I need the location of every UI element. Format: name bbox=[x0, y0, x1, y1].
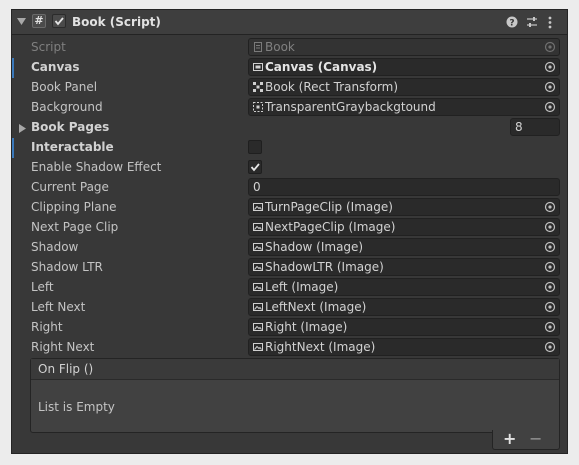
book-pages-label: Book Pages bbox=[31, 120, 110, 134]
image-icon bbox=[253, 323, 263, 331]
background-label: Background bbox=[31, 100, 103, 114]
clipping-plane-label: Clipping Plane bbox=[31, 200, 117, 214]
object-picker-icon[interactable] bbox=[544, 281, 556, 293]
canvas-icon bbox=[253, 63, 263, 71]
next-page-clip-value: NextPageClip (Image) bbox=[265, 220, 396, 234]
script-value: Book bbox=[265, 40, 295, 54]
foldout-arrow-icon[interactable] bbox=[17, 18, 27, 26]
left-field[interactable]: Left (Image) bbox=[248, 278, 560, 296]
canvas-label: Canvas bbox=[31, 60, 80, 74]
interactable-checkbox[interactable] bbox=[248, 140, 262, 154]
remove-button[interactable]: − bbox=[529, 430, 542, 448]
current-page-field[interactable]: 0 bbox=[248, 178, 560, 196]
next-page-clip-field[interactable]: NextPageClip (Image) bbox=[248, 218, 560, 236]
script-hash-icon: # bbox=[32, 14, 46, 28]
checkmark-icon bbox=[250, 163, 260, 172]
left-next-value: LeftNext (Image) bbox=[265, 300, 367, 314]
rect-transform-icon bbox=[253, 82, 263, 92]
right-value: Right (Image) bbox=[265, 320, 348, 334]
shadow-effect-checkbox[interactable] bbox=[248, 160, 262, 174]
shadow-value: Shadow (Image) bbox=[265, 240, 364, 254]
image-icon bbox=[253, 303, 263, 311]
gameobject-icon bbox=[253, 102, 263, 112]
right-label: Right bbox=[31, 320, 63, 334]
image-icon bbox=[253, 343, 263, 351]
shadow-ltr-field[interactable]: ShadowLTR (Image) bbox=[248, 258, 560, 276]
book-panel-field[interactable]: Book (Rect Transform) bbox=[248, 78, 560, 96]
clipping-plane-field[interactable]: TurnPageClip (Image) bbox=[248, 198, 560, 216]
book-pages-size-field[interactable]: 8 bbox=[510, 118, 560, 136]
empty-list-text: List is Empty bbox=[38, 400, 115, 414]
shadow-effect-label: Enable Shadow Effect bbox=[31, 160, 162, 174]
clipping-plane-value: TurnPageClip (Image) bbox=[265, 200, 393, 214]
shadow-ltr-value: ShadowLTR (Image) bbox=[265, 260, 384, 274]
image-icon bbox=[253, 223, 263, 231]
object-picker-icon[interactable] bbox=[544, 81, 556, 93]
modified-indicator bbox=[12, 58, 14, 78]
object-picker-icon[interactable] bbox=[544, 261, 556, 273]
on-flip-event-box: On Flip () List is Empty bbox=[30, 358, 560, 433]
book-panel-label: Book Panel bbox=[31, 80, 98, 94]
object-picker-icon[interactable] bbox=[544, 321, 556, 333]
shadow-ltr-label: Shadow LTR bbox=[31, 260, 103, 274]
shadow-field[interactable]: Shadow (Image) bbox=[248, 238, 560, 256]
right-next-value: RightNext (Image) bbox=[265, 340, 376, 354]
object-picker-icon[interactable] bbox=[544, 341, 556, 353]
help-icon[interactable]: ? bbox=[506, 16, 518, 28]
next-page-clip-label: Next Page Clip bbox=[31, 220, 119, 234]
left-label: Left bbox=[31, 280, 54, 294]
object-picker-icon[interactable] bbox=[544, 101, 556, 113]
component-header: # Book (Script) ? bbox=[12, 10, 567, 35]
interactable-label: Interactable bbox=[31, 140, 114, 154]
canvas-field[interactable]: Canvas (Canvas) bbox=[248, 58, 560, 76]
object-picker-icon[interactable] bbox=[544, 301, 556, 313]
image-icon bbox=[253, 203, 263, 211]
sliders-icon[interactable] bbox=[526, 16, 538, 28]
book-pages-size-value: 8 bbox=[515, 120, 523, 134]
event-title: On Flip () bbox=[38, 362, 94, 376]
left-value: Left (Image) bbox=[265, 280, 339, 294]
background-value: TransparentGraybackgtound bbox=[265, 100, 436, 114]
book-panel-value: Book (Rect Transform) bbox=[265, 80, 399, 94]
object-picker-icon[interactable] bbox=[544, 61, 556, 73]
current-page-label: Current Page bbox=[31, 180, 109, 194]
left-next-label: Left Next bbox=[31, 300, 86, 314]
shadow-label: Shadow bbox=[31, 240, 79, 254]
object-picker-icon[interactable] bbox=[544, 241, 556, 253]
right-field[interactable]: Right (Image) bbox=[248, 318, 560, 336]
canvas-value: Canvas (Canvas) bbox=[265, 60, 378, 74]
script-field: Book bbox=[248, 38, 560, 56]
image-icon bbox=[253, 263, 263, 271]
foldout-arrow-icon[interactable] bbox=[19, 124, 27, 133]
object-picker-icon[interactable] bbox=[544, 221, 556, 233]
kebab-menu-icon[interactable] bbox=[547, 16, 553, 29]
list-footer-buttons: + − bbox=[492, 430, 560, 450]
event-header: On Flip () bbox=[31, 359, 559, 380]
inspector-panel: # Book (Script) ? Script Book Canvas Can… bbox=[12, 10, 567, 453]
object-picker-icon bbox=[544, 41, 556, 53]
object-picker-icon[interactable] bbox=[544, 201, 556, 213]
component-title: Book (Script) bbox=[72, 15, 161, 29]
image-icon bbox=[253, 283, 263, 291]
script-label: Script bbox=[31, 40, 66, 54]
image-icon bbox=[253, 243, 263, 251]
checkmark-icon bbox=[54, 17, 64, 26]
left-next-field[interactable]: LeftNext (Image) bbox=[248, 298, 560, 316]
script-file-icon bbox=[254, 42, 262, 52]
add-button[interactable]: + bbox=[503, 430, 516, 448]
svg-text:?: ? bbox=[509, 19, 514, 29]
current-page-value: 0 bbox=[253, 180, 261, 194]
modified-indicator bbox=[12, 138, 14, 158]
background-field[interactable]: TransparentGraybackgtound bbox=[248, 98, 560, 116]
enabled-checkbox[interactable] bbox=[52, 14, 66, 28]
right-next-label: Right Next bbox=[31, 340, 95, 354]
right-next-field[interactable]: RightNext (Image) bbox=[248, 338, 560, 356]
